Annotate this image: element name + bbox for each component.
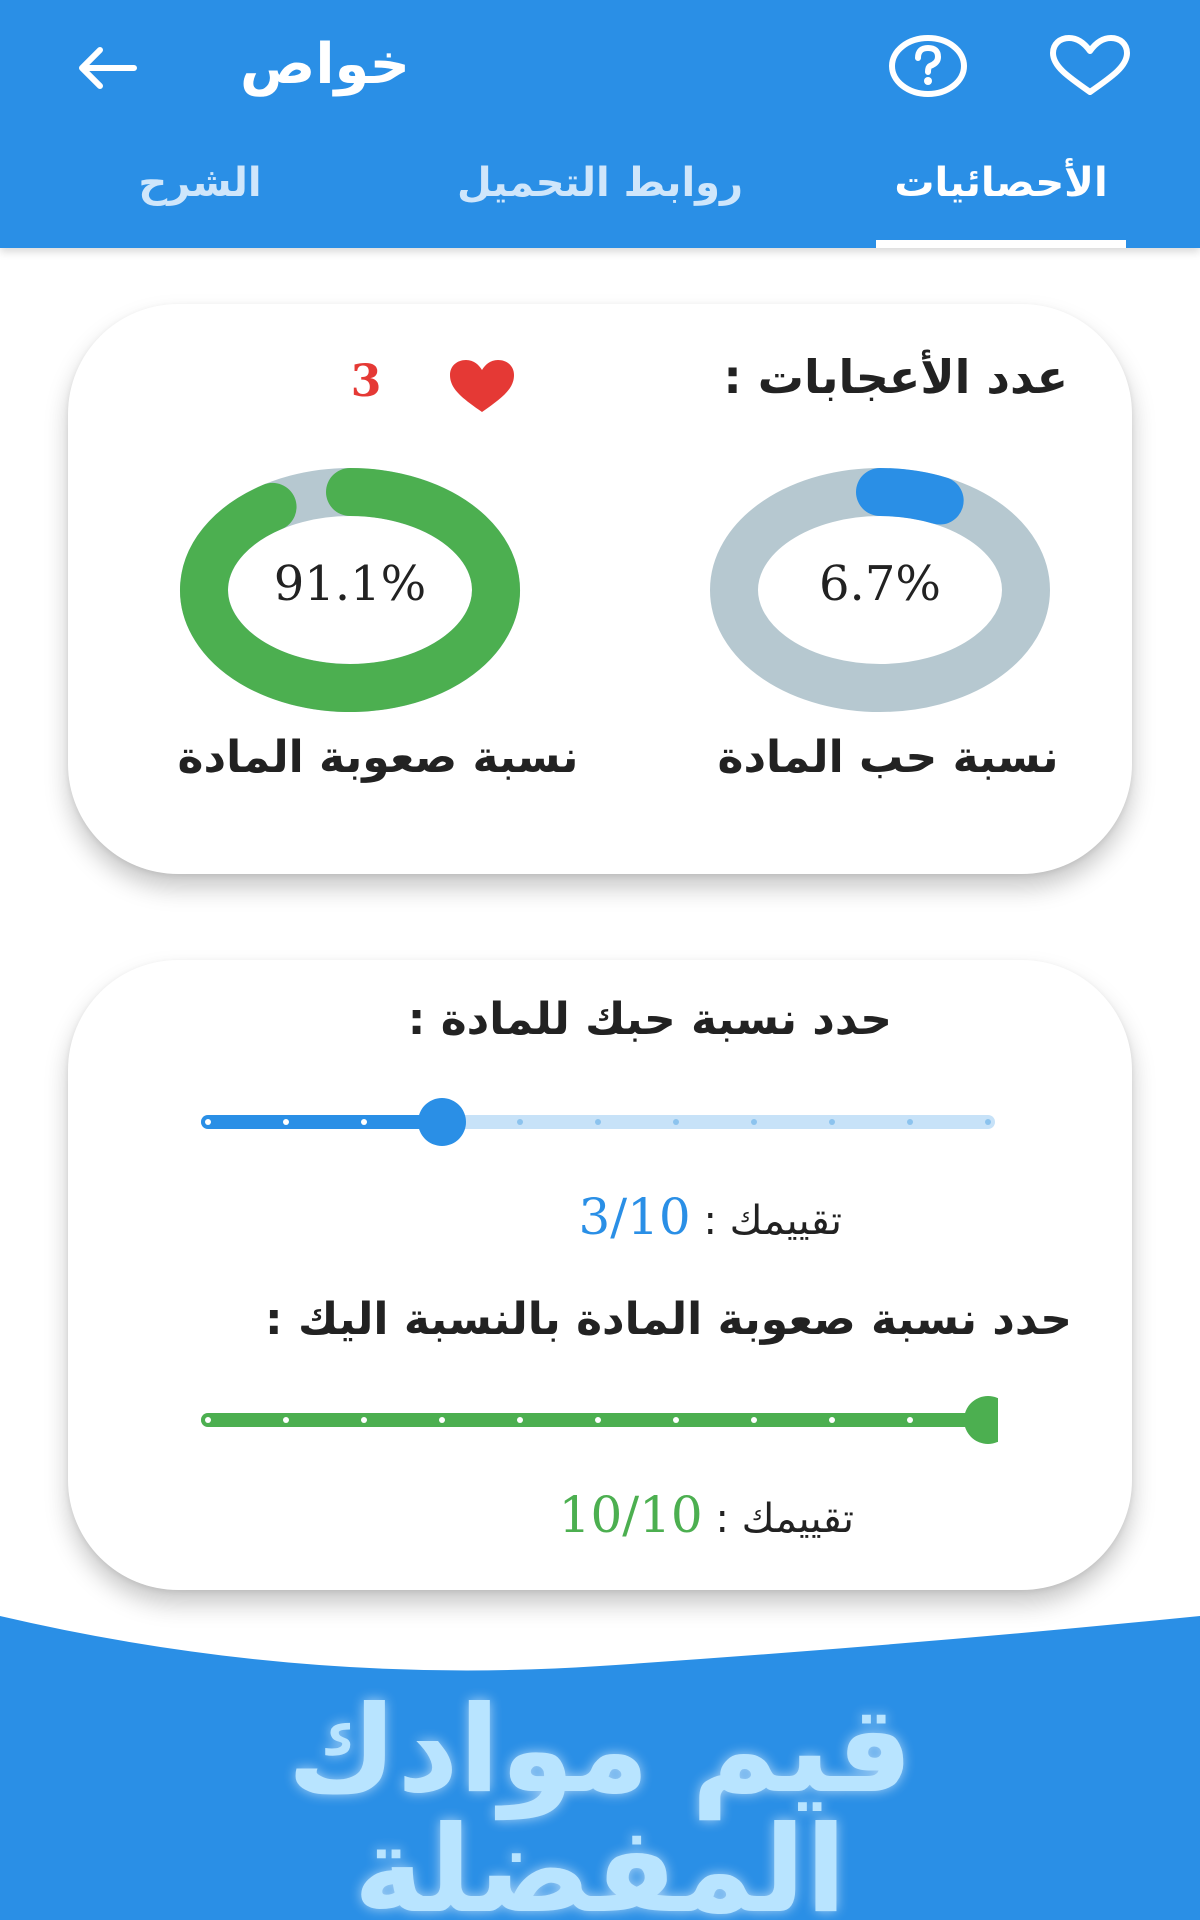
- likes-count: 3: [350, 356, 382, 407]
- slider-tick: [517, 1417, 523, 1423]
- love-question: حدد نسبة حبك للمادة :: [407, 994, 892, 1045]
- slider-thumb[interactable]: [418, 1098, 466, 1146]
- page-title: خواص: [240, 32, 410, 97]
- slider-tick: [361, 1119, 367, 1125]
- love-slider[interactable]: [198, 1092, 998, 1152]
- love-ring-arc: [856, 468, 964, 525]
- slider-tick: [205, 1417, 211, 1423]
- slider-tick: [751, 1417, 757, 1423]
- tab-explanation[interactable]: الشرح: [120, 148, 280, 248]
- slider-tick: [829, 1417, 835, 1423]
- slider-thumb[interactable]: [964, 1396, 998, 1444]
- heart-icon: [450, 360, 514, 412]
- favorite-button[interactable]: [1040, 24, 1140, 108]
- back-button[interactable]: [56, 28, 156, 108]
- slider-tick: [751, 1119, 757, 1125]
- tab-download-links[interactable]: روابط التحميل: [440, 148, 760, 248]
- slider-tick: [673, 1119, 679, 1125]
- app-bar: خواص الأحصائيات روابط التحميل الشرح: [0, 0, 1200, 248]
- love-ratio-value: 6.7%: [819, 556, 941, 612]
- heart-outline-icon: [1050, 35, 1130, 95]
- difficulty-rating-value: 10/10: [558, 1486, 703, 1544]
- love-ratio-ring: 6.7%: [708, 468, 1052, 712]
- difficulty-ratio-ring: 91.1%: [178, 468, 522, 712]
- difficulty-rating: تقييمك : 10/10: [559, 1486, 854, 1544]
- difficulty-slider[interactable]: [198, 1390, 998, 1450]
- slider-tick: [907, 1417, 913, 1423]
- slider-tick: [595, 1119, 601, 1125]
- rating-card: حدد نسبة حبك للمادة : تقييمك : 3/10 حدد …: [68, 960, 1132, 1590]
- arrow-left-icon: [79, 47, 137, 89]
- difficulty-rating-label: تقييمك :: [715, 1496, 854, 1542]
- banner-line-1: قيم موادك: [287, 1681, 913, 1820]
- slider-tick: [439, 1417, 445, 1423]
- help-button[interactable]: [880, 24, 976, 108]
- likes-label: عدد الأعجابات :: [723, 350, 1068, 404]
- difficulty-question: حدد نسبة صعوبة المادة بالنسبة اليك :: [265, 1294, 1072, 1345]
- promo-banner: قيم موادك المفضلة: [0, 1596, 1200, 1920]
- active-tab-indicator: [876, 240, 1126, 248]
- statistics-card: عدد الأعجابات : 3 6.7% نسبة حب المادة 91…: [68, 304, 1132, 874]
- slider-tick: [595, 1417, 601, 1423]
- slider-tick: [907, 1119, 913, 1125]
- slider-tick: [517, 1119, 523, 1125]
- slider-tick: [283, 1417, 289, 1423]
- slider-tick: [829, 1119, 835, 1125]
- love-rating: تقييمك : 3/10: [578, 1188, 842, 1246]
- slider-tick: [673, 1417, 679, 1423]
- slider-tick: [205, 1119, 211, 1125]
- love-rating-value: 3/10: [578, 1188, 691, 1246]
- difficulty-ratio-caption: نسبة صعوبة المادة: [177, 732, 579, 783]
- slider-tick: [283, 1119, 289, 1125]
- slider-tick: [985, 1119, 991, 1125]
- difficulty-ratio-value: 91.1%: [273, 556, 427, 612]
- banner-line-2: المفضلة: [353, 1801, 847, 1920]
- love-rating-label: تقييمك :: [703, 1198, 842, 1244]
- love-ratio-caption: نسبة حب المادة: [717, 732, 1059, 783]
- slider-tick: [361, 1417, 367, 1423]
- question-circle-icon: [889, 35, 967, 97]
- tab-bar: الأحصائيات روابط التحميل الشرح: [0, 148, 1200, 248]
- tab-statistics[interactable]: الأحصائيات: [876, 148, 1126, 248]
